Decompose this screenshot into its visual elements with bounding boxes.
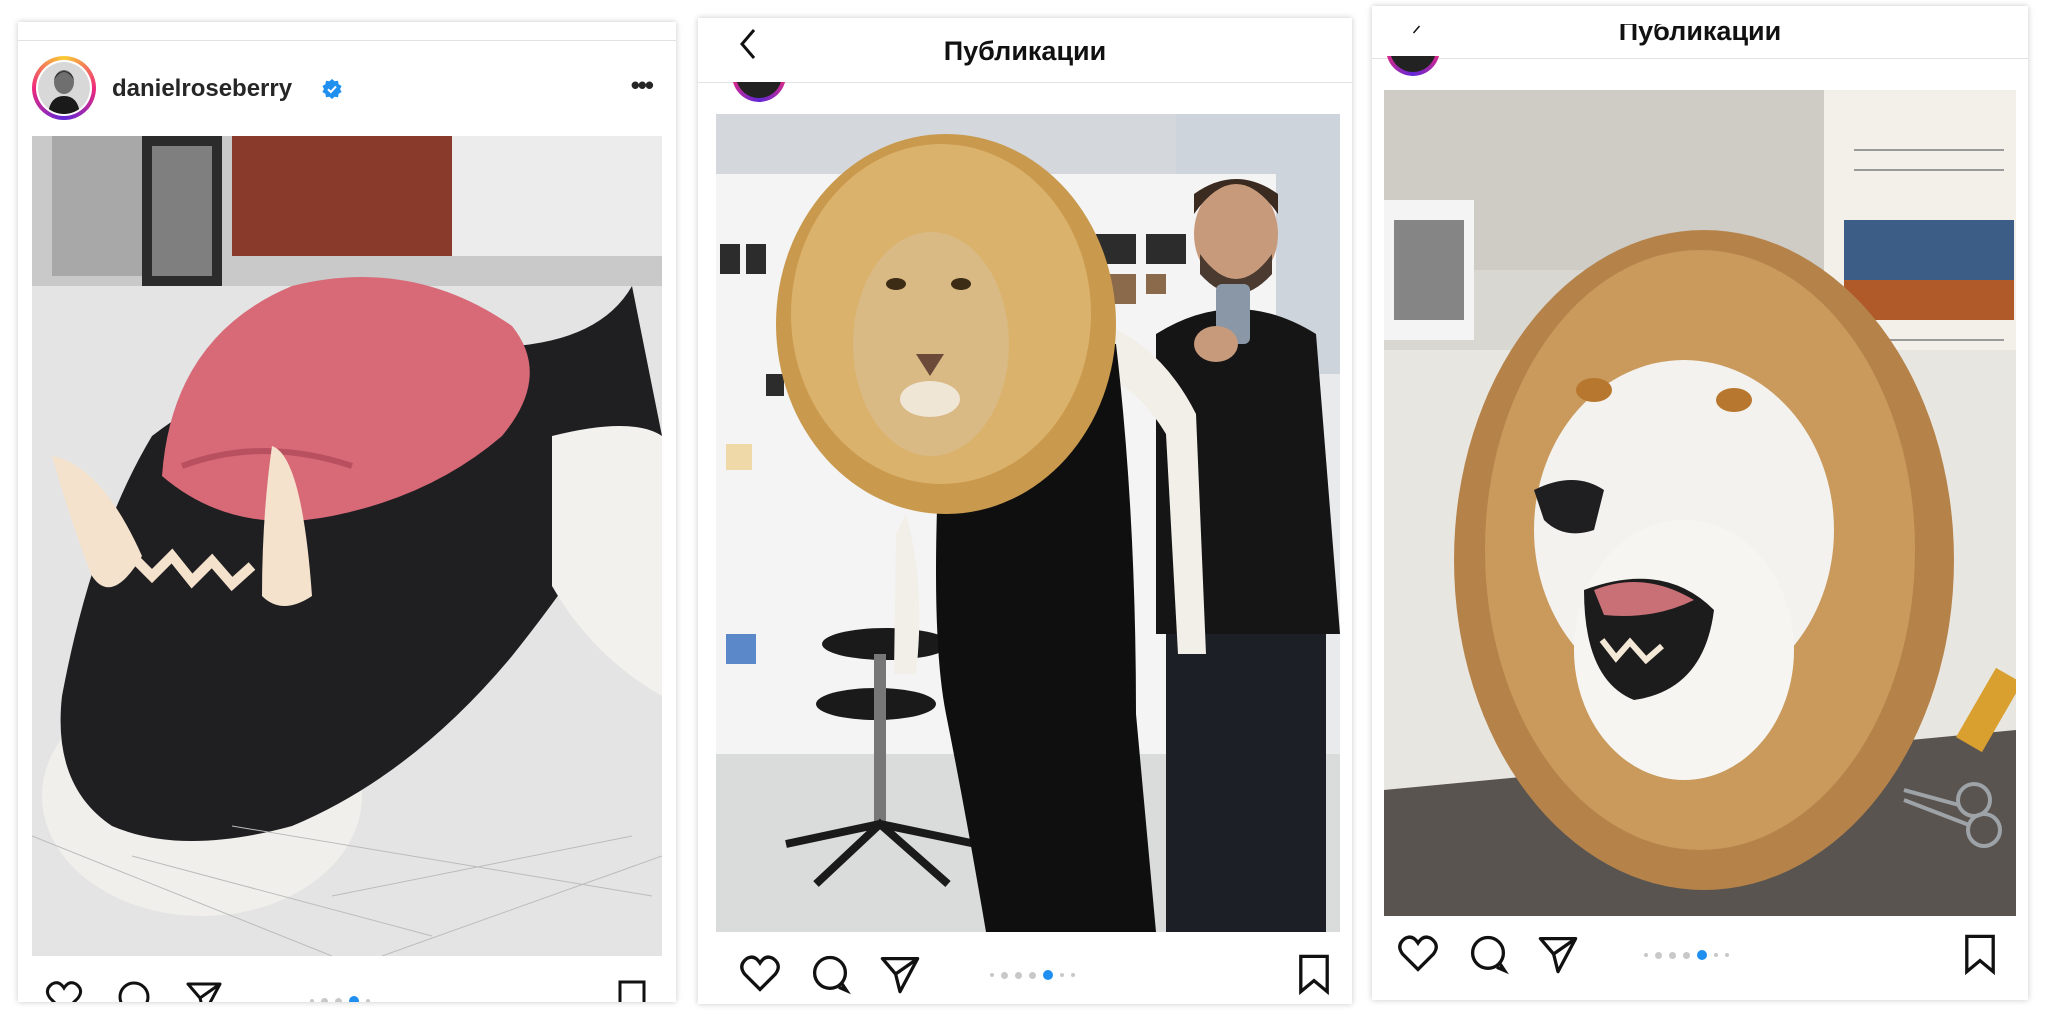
- page-title: Публикации: [1618, 16, 1782, 46]
- post-header: danielroseberry •••: [32, 54, 662, 122]
- comment-icon[interactable]: [808, 952, 852, 996]
- heart-icon[interactable]: [738, 952, 782, 996]
- send-icon[interactable]: [878, 952, 922, 996]
- post-card-3: Публикации: [1372, 6, 2028, 1000]
- profile-photo: [38, 62, 90, 114]
- post-image-jaw-mold[interactable]: [32, 136, 662, 956]
- comment-icon[interactable]: [1466, 932, 1510, 976]
- post-actions: [698, 948, 1352, 1004]
- carousel-indicator: [990, 970, 1075, 980]
- post-image-lion-mannequin[interactable]: [716, 114, 1340, 932]
- more-options-icon[interactable]: •••: [631, 70, 654, 101]
- post-actions: [1372, 928, 2028, 988]
- top-divider: [18, 40, 676, 41]
- comment-icon[interactable]: [114, 978, 154, 1002]
- header-divider: [1372, 58, 2028, 59]
- heart-icon[interactable]: [44, 978, 84, 1002]
- send-icon[interactable]: [184, 978, 224, 1002]
- avatar[interactable]: [32, 56, 96, 120]
- post-actions: [18, 972, 676, 1002]
- username[interactable]: danielroseberry: [112, 75, 292, 103]
- post-card-2: Публикации: [698, 18, 1352, 1004]
- carousel-indicator: [310, 996, 370, 1002]
- post-card-1: danielroseberry •••: [18, 22, 676, 1002]
- page-title: Публикации: [943, 36, 1107, 66]
- bookmark-icon[interactable]: [614, 978, 650, 1002]
- heart-icon[interactable]: [1396, 932, 1440, 976]
- carousel-indicator: [1644, 950, 1729, 960]
- verified-badge-icon: [322, 79, 342, 99]
- bookmark-icon[interactable]: [1960, 932, 2000, 976]
- send-icon[interactable]: [1536, 932, 1580, 976]
- bookmark-icon[interactable]: [1294, 952, 1334, 996]
- header-divider: [698, 82, 1352, 83]
- post-image-white-lion[interactable]: [1384, 90, 2016, 916]
